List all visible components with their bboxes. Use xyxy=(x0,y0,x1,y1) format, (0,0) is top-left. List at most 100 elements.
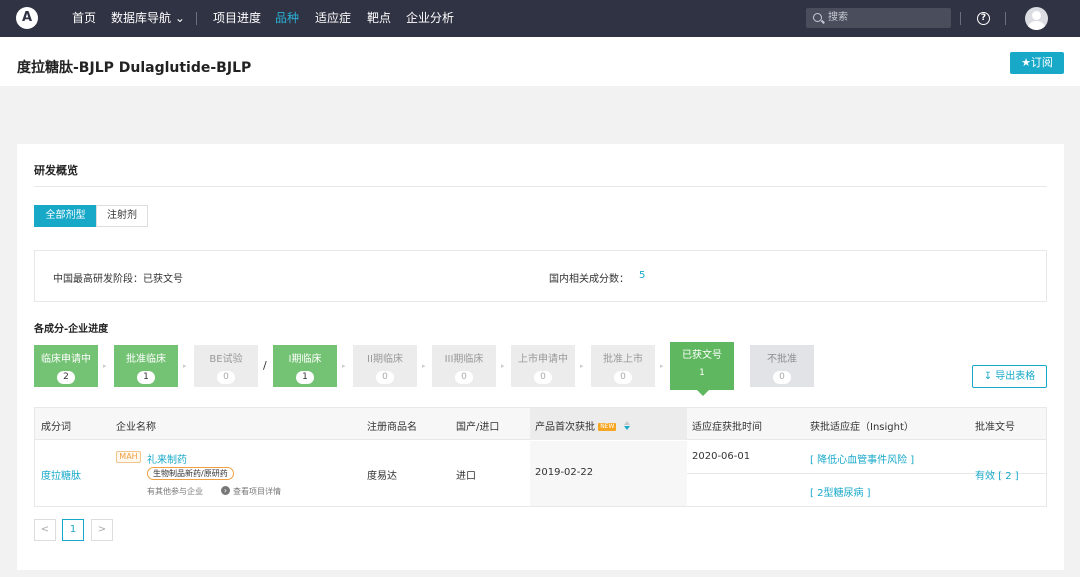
stage-count: 0 xyxy=(217,371,235,384)
stage-count: 1 xyxy=(699,368,705,378)
col-origin: 国产/进口 xyxy=(456,422,500,433)
pagination-prev-button[interactable]: < xyxy=(34,519,56,541)
col-first-approval-label: 产品首次获批 xyxy=(535,422,595,433)
title-bar: 度拉糖肽-BJLP Dulaglutide-BJLP ★订阅 xyxy=(0,37,1080,86)
stage-clinical-approved[interactable]: 批准临床 1 xyxy=(114,345,178,387)
stage-label: I期临床 xyxy=(288,354,322,365)
highest-stage-label: 中国最高研发阶段：已获文号 xyxy=(53,274,183,285)
other-companies-link[interactable]: 有其他参与企业 xyxy=(147,486,203,497)
nav-divider xyxy=(1005,12,1006,25)
mah-badge: MAH xyxy=(116,451,141,463)
download-icon: ↧ xyxy=(983,371,993,382)
nav-divider xyxy=(196,12,197,25)
chevron-right-icon: ▸ xyxy=(501,362,505,370)
chevron-right-icon: ▸ xyxy=(580,362,584,370)
indication-link[interactable]: [ 降低心血管事件风险 ] xyxy=(810,451,914,466)
component-count-label: 国内相关成分数： xyxy=(549,274,629,285)
export-label: 导出表格 xyxy=(995,371,1036,382)
progress-title: 各成分-企业进度 xyxy=(34,324,109,335)
avatar[interactable] xyxy=(1025,7,1048,30)
search-placeholder: 搜索 xyxy=(828,12,848,23)
nav-database[interactable]: 数据库导航 ⌄ xyxy=(111,0,185,37)
new-badge: NEW xyxy=(598,423,617,431)
nav-target[interactable]: 靶点 xyxy=(367,0,391,37)
chevron-right-icon: ▸ xyxy=(422,362,426,370)
stage-label: III期临床 xyxy=(444,354,484,365)
stage-approval-number[interactable]: 已获文号 1 xyxy=(670,342,734,396)
pagination-page-1[interactable]: 1 xyxy=(62,519,84,541)
col-ingredient: 成分词 xyxy=(41,422,71,433)
stage-market-approved[interactable]: 批准上市 0 xyxy=(591,345,655,387)
stage-label: 不批准 xyxy=(767,354,797,365)
stage-label: BE试验 xyxy=(209,354,243,365)
divider xyxy=(34,186,1047,187)
col-company: 企业名称 xyxy=(116,422,156,433)
sort-icon[interactable] xyxy=(623,421,630,431)
chevron-right-icon: ▸ xyxy=(342,362,346,370)
pagination-next-button[interactable]: > xyxy=(91,519,113,541)
tab-all-forms[interactable]: 全部剂型 xyxy=(34,205,97,227)
stage-separator: / xyxy=(263,359,267,372)
col-brand: 注册商品名 xyxy=(367,422,417,433)
chevron-right-icon: ▸ xyxy=(660,362,664,370)
origin-value: 进口 xyxy=(456,471,476,482)
stage-count: 0 xyxy=(534,371,552,384)
view-project-detail-link[interactable]: 查看项目详情 xyxy=(233,486,281,497)
overview-card: 研发概览 全部剂型 注射剂 中国最高研发阶段：已获文号 国内相关成分数： 5 各… xyxy=(17,144,1064,570)
stage-label: 上市申请中 xyxy=(518,354,568,365)
export-table-button[interactable]: ↧ 导出表格 xyxy=(972,365,1047,388)
col-indications: 获批适应症（Insight） xyxy=(810,422,914,433)
col-indication-date: 适应症获批时间 xyxy=(692,422,762,433)
nav-company-analysis[interactable]: 企业分析 xyxy=(406,0,454,37)
col-approval-number: 批准文号 xyxy=(975,422,1015,433)
stage-count: 2 xyxy=(57,371,75,384)
section-title: 研发概览 xyxy=(34,164,78,177)
chevron-right-icon: ▸ xyxy=(183,362,187,370)
stage-count: 0 xyxy=(773,371,791,384)
stage-be-trial[interactable]: BE试验 0 xyxy=(194,345,258,387)
nav-indication[interactable]: 适应症 xyxy=(315,0,351,37)
ingredient-link[interactable]: 度拉糖肽 xyxy=(41,467,81,482)
top-navbar: A 首页 数据库导航 ⌄ 项目进度 品种 适应症 靶点 企业分析 搜索 ? xyxy=(0,0,1080,37)
page-title: 度拉糖肽-BJLP Dulaglutide-BJLP xyxy=(17,60,252,76)
first-approval-date: 2019-02-22 xyxy=(535,467,594,478)
table-header: 成分词 企业名称 注册商品名 国产/进口 产品首次获批 NEW 适应症获批时间 … xyxy=(35,408,1046,440)
help-icon[interactable]: ? xyxy=(977,12,990,25)
component-count-value[interactable]: 5 xyxy=(639,270,645,281)
approval-number-link[interactable]: 有效 [ 2 ] xyxy=(975,467,1019,482)
stage-count: 1 xyxy=(296,371,314,384)
stage-label: 临床申请中 xyxy=(41,354,91,365)
stage-count: 0 xyxy=(376,371,394,384)
stage-phase-1[interactable]: I期临床 1 xyxy=(273,345,337,387)
indication-link[interactable]: [ 2型糖尿病 ] xyxy=(810,484,871,499)
nav-divider xyxy=(960,12,961,25)
indication-date: 2020-06-01 xyxy=(692,451,751,462)
stage-phase-3[interactable]: III期临床 0 xyxy=(432,345,496,387)
arrow-circle-icon: › xyxy=(221,486,230,495)
stage-count: 1 xyxy=(137,371,155,384)
company-link[interactable]: 礼来制药 xyxy=(147,451,187,466)
stage-label: 已获文号 xyxy=(682,350,722,361)
nav-home[interactable]: 首页 xyxy=(72,0,96,37)
search-icon xyxy=(813,13,822,22)
company-tag: 生物制品新药/原研药 xyxy=(147,467,234,480)
nav-variety[interactable]: 品种 xyxy=(275,0,299,37)
subscribe-button[interactable]: ★订阅 xyxy=(1010,52,1064,74)
stage-label: 批准临床 xyxy=(126,354,166,365)
stage-count: 0 xyxy=(455,371,473,384)
summary-box: 中国最高研发阶段：已获文号 国内相关成分数： 5 xyxy=(34,250,1047,302)
stage-clinical-application[interactable]: 临床申请中 2 xyxy=(34,345,98,387)
col-first-approval[interactable]: 产品首次获批 NEW xyxy=(535,418,630,433)
chevron-right-icon: ▸ xyxy=(103,362,107,370)
nav-project-progress[interactable]: 项目进度 xyxy=(213,0,261,37)
stage-market-application[interactable]: 上市申请中 0 xyxy=(511,345,575,387)
stage-label: 批准上市 xyxy=(603,354,643,365)
progress-table: 成分词 企业名称 注册商品名 国产/进口 产品首次获批 NEW 适应症获批时间 … xyxy=(34,407,1047,507)
stage-phase-2[interactable]: II期临床 0 xyxy=(353,345,417,387)
stage-count: 0 xyxy=(614,371,632,384)
brand-name: 度易达 xyxy=(367,471,397,482)
tab-injection[interactable]: 注射剂 xyxy=(96,205,148,227)
search-input[interactable]: 搜索 xyxy=(806,8,951,28)
logo[interactable]: A xyxy=(16,7,38,29)
stage-rejected[interactable]: 不批准 0 xyxy=(750,345,814,387)
